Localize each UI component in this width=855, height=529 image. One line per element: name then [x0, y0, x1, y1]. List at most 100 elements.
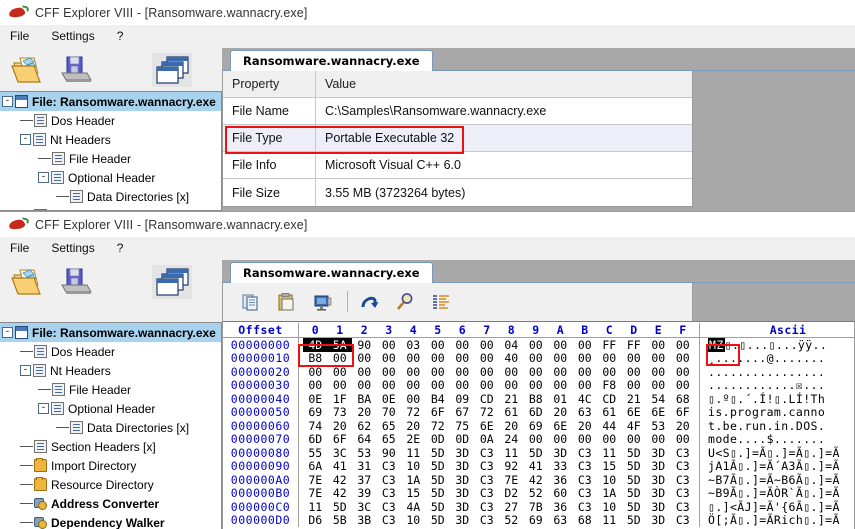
hex-byte[interactable]: 20: [548, 405, 573, 419]
hex-byte[interactable]: 00: [597, 365, 622, 379]
hex-row[interactable]: 000000C0115D3CC34A5D3DC3277B36C3105D3DC3…: [223, 500, 854, 514]
paste-icon[interactable]: [277, 292, 297, 312]
hex-byte[interactable]: 3D: [450, 500, 475, 514]
hex-byte[interactable]: 00: [622, 365, 647, 379]
hex-byte[interactable]: 00: [475, 338, 500, 352]
hex-byte[interactable]: 21: [499, 392, 524, 406]
hex-byte[interactable]: CD: [475, 392, 500, 406]
hex-byte[interactable]: 3D: [646, 486, 671, 500]
hex-byte[interactable]: 00: [303, 378, 328, 392]
hex-byte[interactable]: 10: [401, 459, 426, 473]
hex-byte[interactable]: 00: [328, 351, 353, 365]
tree-expander-icon[interactable]: -: [2, 96, 13, 107]
hex-ascii[interactable]: ¸.......@.......: [699, 351, 854, 365]
hex-byte[interactable]: 42: [328, 486, 353, 500]
tree-item-optional-header[interactable]: -Optional Header: [0, 168, 221, 187]
hex-byte[interactable]: 7E: [303, 473, 328, 487]
open-file-icon[interactable]: [10, 53, 48, 85]
hex-byte[interactable]: 4F: [622, 419, 647, 433]
hex-byte[interactable]: 09: [450, 392, 475, 406]
hex-byte[interactable]: 74: [303, 419, 328, 433]
hex-byte[interactable]: 00: [352, 351, 377, 365]
hex-byte[interactable]: 10: [401, 513, 426, 527]
hex-byte[interactable]: 5D: [622, 473, 647, 487]
hex-byte[interactable]: 0E: [303, 392, 328, 406]
hex-byte[interactable]: 0D: [450, 432, 475, 446]
tree-expander-icon[interactable]: -: [38, 172, 49, 183]
hex-byte[interactable]: 52: [499, 513, 524, 527]
hex-byte[interactable]: 5D: [328, 500, 353, 514]
hex-byte[interactable]: 6E: [646, 405, 671, 419]
hex-byte[interactable]: C3: [671, 513, 696, 527]
hex-byte[interactable]: 7B: [524, 500, 549, 514]
hex-byte[interactable]: 00: [573, 378, 598, 392]
hex-byte[interactable]: 42: [524, 473, 549, 487]
hex-byte[interactable]: 40: [499, 351, 524, 365]
hex-byte[interactable]: 69: [524, 419, 549, 433]
hex-byte-selected[interactable]: 5A: [328, 338, 353, 352]
hex-byte[interactable]: 3D: [646, 500, 671, 514]
hex-byte[interactable]: C3: [475, 486, 500, 500]
hex-byte[interactable]: 00: [548, 365, 573, 379]
hex-byte[interactable]: 64: [352, 432, 377, 446]
hex-byte[interactable]: 3D: [646, 513, 671, 527]
menu-item-settings[interactable]: Settings: [48, 28, 97, 44]
hex-byte[interactable]: 7E: [499, 473, 524, 487]
hex-byte[interactable]: 1A: [401, 473, 426, 487]
hex-byte[interactable]: 90: [377, 446, 402, 460]
hex-byte[interactable]: 00: [377, 365, 402, 379]
hex-byte[interactable]: 3D: [450, 473, 475, 487]
hex-byte[interactable]: 00: [671, 378, 696, 392]
list-lines-icon[interactable]: [431, 292, 451, 312]
hex-byte[interactable]: 00: [646, 338, 671, 352]
menu-item-settings[interactable]: Settings: [48, 240, 97, 256]
hex-byte[interactable]: 00: [524, 378, 549, 392]
hex-byte[interactable]: 3D: [450, 459, 475, 473]
hex-byte[interactable]: 10: [597, 500, 622, 514]
tree-item-file-header[interactable]: File Header: [0, 149, 221, 168]
hex-row[interactable]: 000000B07E4239C3155D3DC3D25260C31A5D3DC3…: [223, 487, 854, 501]
hex-byte[interactable]: 00: [377, 378, 402, 392]
hex-byte[interactable]: B8: [303, 351, 328, 365]
hex-byte[interactable]: 39: [352, 486, 377, 500]
hex-byte[interactable]: C3: [671, 500, 696, 514]
tree-item-file-ransomware-wannacry-exe[interactable]: -File: Ransomware.wannacry.exe: [0, 92, 221, 111]
hex-ascii[interactable]: t.be.run.in.DOS.: [699, 419, 854, 433]
hex-byte[interactable]: 00: [401, 351, 426, 365]
hex-byte[interactable]: 11: [499, 446, 524, 460]
hex-byte[interactable]: 6F: [671, 405, 696, 419]
hex-byte[interactable]: 00: [401, 365, 426, 379]
hex-byte[interactable]: 90: [352, 338, 377, 352]
hex-byte[interactable]: 20: [352, 405, 377, 419]
menu-item-help[interactable]: ?: [114, 28, 127, 44]
magnifier-icon[interactable]: [395, 292, 415, 312]
hex-byte[interactable]: 11: [303, 500, 328, 514]
tree-expander-icon[interactable]: -: [20, 134, 31, 145]
table-row[interactable]: File Size3.55 MB (3723264 bytes): [223, 179, 692, 206]
hex-byte[interactable]: 01: [548, 392, 573, 406]
hex-byte[interactable]: 00: [475, 378, 500, 392]
hex-ascii[interactable]: ................: [699, 365, 854, 379]
hex-row[interactable]: 00000060742062652072756E20696E20444F5320…: [223, 419, 854, 433]
hex-byte[interactable]: 61: [499, 405, 524, 419]
hex-byte[interactable]: 00: [426, 351, 451, 365]
hex-byte[interactable]: 67: [450, 405, 475, 419]
save-file-icon[interactable]: [58, 53, 96, 85]
hex-byte[interactable]: 5D: [426, 486, 451, 500]
tree-item-optional-header[interactable]: -Optional Header: [0, 399, 221, 418]
hex-byte[interactable]: 54: [646, 392, 671, 406]
tab-file[interactable]: Ransomware.wannacry.exe: [230, 262, 433, 283]
tree-item-nt-headers[interactable]: -Nt Headers: [0, 130, 221, 149]
hex-byte[interactable]: 00: [328, 378, 353, 392]
hex-byte[interactable]: 00: [499, 365, 524, 379]
hex-byte[interactable]: 00: [597, 351, 622, 365]
table-row[interactable]: File InfoMicrosoft Visual C++ 6.0: [223, 152, 692, 179]
hex-byte[interactable]: 5D: [622, 513, 647, 527]
hex-byte[interactable]: C3: [671, 473, 696, 487]
hex-byte[interactable]: 6D: [303, 432, 328, 446]
hex-row[interactable]: 00000010B8000000000000004000000000000000…: [223, 352, 854, 366]
hex-byte[interactable]: C3: [377, 473, 402, 487]
hex-byte[interactable]: 00: [426, 338, 451, 352]
hex-byte[interactable]: 62: [352, 419, 377, 433]
hex-ascii[interactable]: MZ▯.▯...▯...ÿÿ..: [699, 338, 854, 352]
